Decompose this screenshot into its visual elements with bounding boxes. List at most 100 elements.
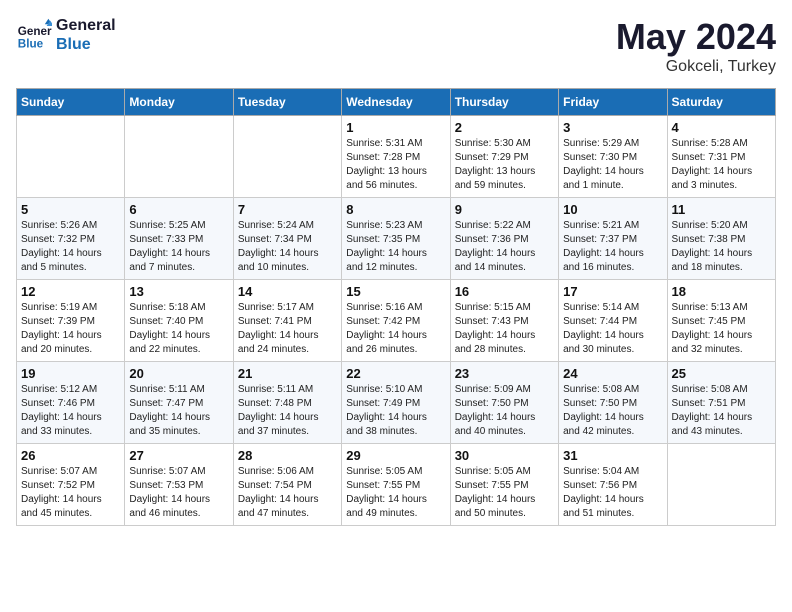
calendar-cell: 1Sunrise: 5:31 AMSunset: 7:28 PMDaylight… (342, 116, 450, 198)
day-info: Sunrise: 5:11 AMSunset: 7:48 PMDaylight:… (238, 383, 337, 439)
day-number: 18 (672, 284, 771, 299)
sunrise-text: Sunrise: 5:28 AM (672, 137, 771, 151)
day-number: 5 (21, 202, 120, 217)
calendar-header-row: Sunday Monday Tuesday Wednesday Thursday… (17, 89, 776, 116)
sunset-text: Sunset: 7:34 PM (238, 233, 337, 247)
day-number: 28 (238, 448, 337, 463)
day-number: 15 (346, 284, 445, 299)
calendar-cell (17, 116, 125, 198)
daylight-text: Daylight: 14 hours and 1 minute. (563, 165, 662, 193)
sunset-text: Sunset: 7:31 PM (672, 151, 771, 165)
day-number: 12 (21, 284, 120, 299)
daylight-text: Daylight: 14 hours and 49 minutes. (346, 493, 445, 521)
sunrise-text: Sunrise: 5:07 AM (21, 465, 120, 479)
day-number: 11 (672, 202, 771, 217)
day-info: Sunrise: 5:21 AMSunset: 7:37 PMDaylight:… (563, 219, 662, 275)
sunset-text: Sunset: 7:51 PM (672, 397, 771, 411)
calendar-cell: 12Sunrise: 5:19 AMSunset: 7:39 PMDayligh… (17, 280, 125, 362)
day-info: Sunrise: 5:20 AMSunset: 7:38 PMDaylight:… (672, 219, 771, 275)
day-number: 31 (563, 448, 662, 463)
day-number: 1 (346, 120, 445, 135)
sunset-text: Sunset: 7:29 PM (455, 151, 554, 165)
logo-blue-text: Blue (56, 35, 116, 54)
sunset-text: Sunset: 7:39 PM (21, 315, 120, 329)
day-info: Sunrise: 5:07 AMSunset: 7:52 PMDaylight:… (21, 465, 120, 521)
day-number: 16 (455, 284, 554, 299)
calendar-cell: 3 Sunrise: 5:29 AMSunset: 7:30 PMDaylight… (559, 116, 667, 198)
svg-text:General: General (18, 25, 52, 38)
calendar-cell: 14 Sunrise: 5:17 AMSunset: 7:41 PMDayligh… (233, 280, 341, 362)
day-info: Sunrise: 5:23 AMSunset: 7:35 PMDaylight:… (346, 219, 445, 275)
logo-icon: General Blue (16, 17, 52, 53)
sunrise-text: Sunrise: 5:11 AM (129, 383, 228, 397)
daylight-text: Daylight: 14 hours and 37 minutes. (238, 411, 337, 439)
day-number: 9 (455, 202, 554, 217)
sunset-text: Sunset: 7:44 PM (563, 315, 662, 329)
day-info: Sunrise: 5:05 AMSunset: 7:55 PMDaylight:… (455, 465, 554, 521)
sunrise-text: Sunrise: 5:20 AM (672, 219, 771, 233)
sunset-text: Sunset: 7:41 PM (238, 315, 337, 329)
sunset-text: Sunset: 7:52 PM (21, 479, 120, 493)
sunset-text: Sunset: 7:56 PM (563, 479, 662, 493)
calendar-cell: 10Sunrise: 5:21 AMSunset: 7:37 PMDayligh… (559, 198, 667, 280)
sunset-text: Sunset: 7:49 PM (346, 397, 445, 411)
sunrise-text: Sunrise: 5:16 AM (346, 301, 445, 315)
logo-general-text: General (56, 16, 116, 35)
day-number: 23 (455, 366, 554, 381)
sunrise-text: Sunrise: 5:23 AM (346, 219, 445, 233)
sunset-text: Sunset: 7:30 PM (563, 151, 662, 165)
sunrise-text: Sunrise: 5:14 AM (563, 301, 662, 315)
daylight-text: Daylight: 14 hours and 50 minutes. (455, 493, 554, 521)
sunrise-text: Sunrise: 5:26 AM (21, 219, 120, 233)
calendar-cell: 15Sunrise: 5:16 AMSunset: 7:42 PMDayligh… (342, 280, 450, 362)
day-number: 4 (672, 120, 771, 135)
sunrise-text: Sunrise: 5:21 AM (563, 219, 662, 233)
day-number: 3 (563, 120, 662, 135)
day-info: Sunrise: 5:22 AMSunset: 7:36 PMDaylight:… (455, 219, 554, 275)
calendar-cell: 4 Sunrise: 5:28 AMSunset: 7:31 PMDaylight… (667, 116, 775, 198)
daylight-text: Daylight: 13 hours and 56 minutes. (346, 165, 445, 193)
sunrise-text: Sunrise: 5:04 AM (563, 465, 662, 479)
day-info: Sunrise: 5:09 AMSunset: 7:50 PMDaylight:… (455, 383, 554, 439)
sunset-text: Sunset: 7:48 PM (238, 397, 337, 411)
day-info: Sunrise: 5:08 AMSunset: 7:51 PMDaylight:… (672, 383, 771, 439)
sunset-text: Sunset: 7:55 PM (346, 479, 445, 493)
daylight-text: Daylight: 14 hours and 24 minutes. (238, 329, 337, 357)
day-info: Sunrise: 5:29 AMSunset: 7:30 PMDaylight:… (563, 137, 662, 193)
sunset-text: Sunset: 7:36 PM (455, 233, 554, 247)
daylight-text: Daylight: 14 hours and 32 minutes. (672, 329, 771, 357)
calendar-cell: 21Sunrise: 5:11 AMSunset: 7:48 PMDayligh… (233, 362, 341, 444)
day-number: 8 (346, 202, 445, 217)
col-tuesday: Tuesday (233, 89, 341, 116)
daylight-text: Daylight: 14 hours and 33 minutes. (21, 411, 120, 439)
logo: General Blue General Blue (16, 16, 116, 54)
daylight-text: Daylight: 14 hours and 18 minutes. (672, 247, 771, 275)
sunrise-text: Sunrise: 5:17 AM (238, 301, 337, 315)
month-title: May 2024 (616, 16, 776, 58)
daylight-text: Daylight: 14 hours and 35 minutes. (129, 411, 228, 439)
day-info: Sunrise: 5:10 AMSunset: 7:49 PMDaylight:… (346, 383, 445, 439)
calendar-cell (233, 116, 341, 198)
sunset-text: Sunset: 7:46 PM (21, 397, 120, 411)
daylight-text: Daylight: 14 hours and 14 minutes. (455, 247, 554, 275)
calendar-cell: 13Sunrise: 5:18 AMSunset: 7:40 PMDayligh… (125, 280, 233, 362)
daylight-text: Daylight: 14 hours and 12 minutes. (346, 247, 445, 275)
sunrise-text: Sunrise: 5:30 AM (455, 137, 554, 151)
calendar-cell: 2Sunrise: 5:30 AMSunset: 7:29 PMDaylight… (450, 116, 558, 198)
day-number: 30 (455, 448, 554, 463)
title-block: May 2024 Gokceli, Turkey (616, 16, 776, 76)
sunset-text: Sunset: 7:54 PM (238, 479, 337, 493)
daylight-text: Daylight: 14 hours and 16 minutes. (563, 247, 662, 275)
sunrise-text: Sunrise: 5:15 AM (455, 301, 554, 315)
day-number: 26 (21, 448, 120, 463)
day-number: 14 (238, 284, 337, 299)
day-number: 29 (346, 448, 445, 463)
calendar-cell: 19Sunrise: 5:12 AMSunset: 7:46 PMDayligh… (17, 362, 125, 444)
day-info: Sunrise: 5:28 AMSunset: 7:31 PMDaylight:… (672, 137, 771, 193)
sunrise-text: Sunrise: 5:12 AM (21, 383, 120, 397)
sunset-text: Sunset: 7:28 PM (346, 151, 445, 165)
location: Gokceli, Turkey (616, 58, 776, 76)
day-info: Sunrise: 5:17 AMSunset: 7:41 PMDaylight:… (238, 301, 337, 357)
sunrise-text: Sunrise: 5:25 AM (129, 219, 228, 233)
sunset-text: Sunset: 7:53 PM (129, 479, 228, 493)
